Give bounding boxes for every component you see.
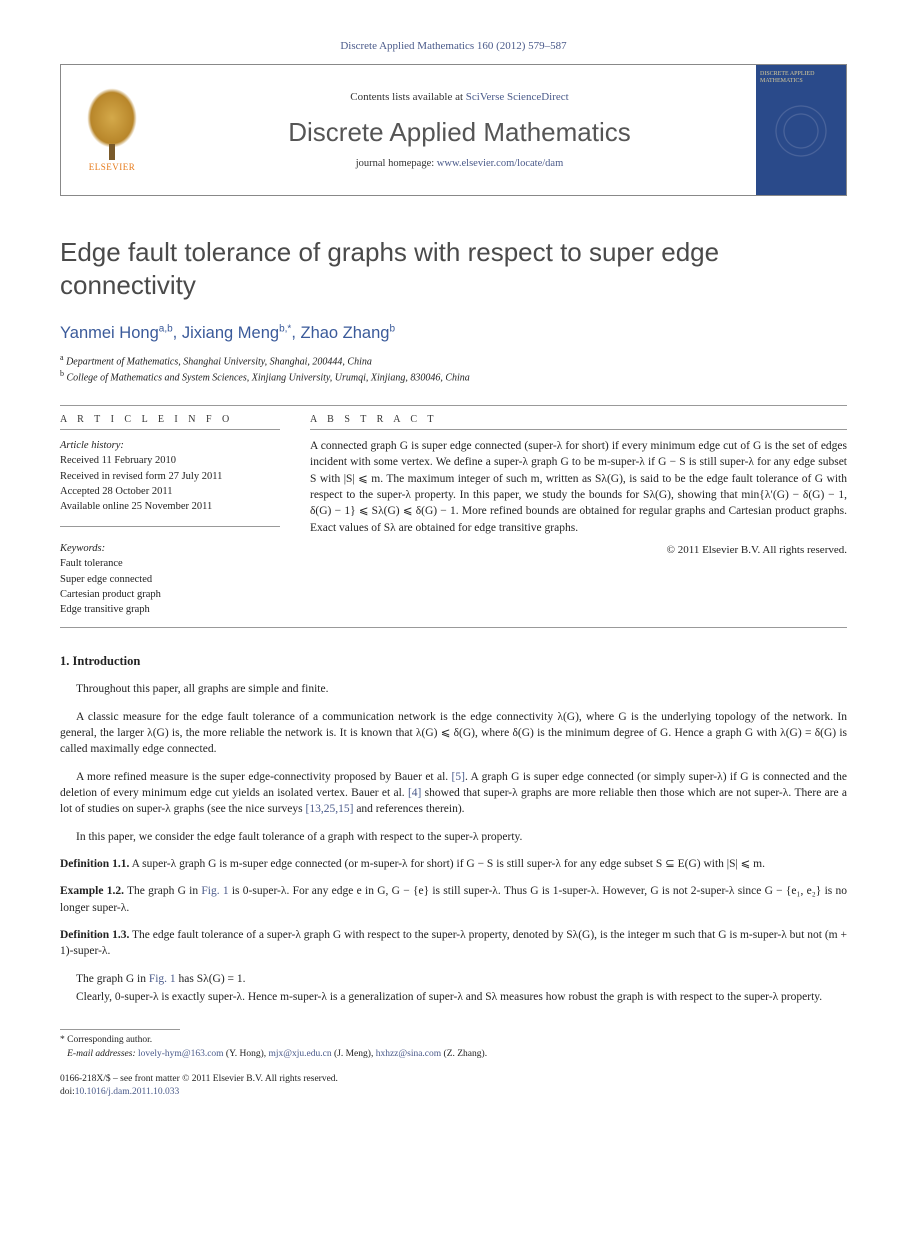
definition: Definition 1.3. The edge fault tolerance… [60, 927, 847, 960]
rule [310, 429, 847, 430]
figure-ref[interactable]: Fig. 1 [149, 973, 176, 985]
article-title: Edge fault tolerance of graphs with resp… [60, 236, 847, 301]
sciencedirect-link[interactable]: SciVerse ScienceDirect [466, 91, 569, 103]
journal-header: ELSEVIER Contents lists available at Sci… [60, 64, 847, 196]
article-info-column: A R T I C L E I N F O Article history: R… [60, 414, 280, 617]
divider [60, 405, 847, 406]
contents-line: Contents lists available at SciVerse Sci… [350, 91, 568, 103]
keyword: Super edge connected [60, 574, 152, 585]
publisher-logo: ELSEVIER [61, 65, 163, 195]
paragraph: Throughout this paper, all graphs are si… [60, 681, 847, 697]
issn-copyright-line: 0166-218X/$ – see front matter © 2011 El… [60, 1073, 847, 1086]
cover-title: DISCRETE APPLIED MATHEMATICS [760, 71, 842, 85]
info-abstract-row: A R T I C L E I N F O Article history: R… [60, 414, 847, 617]
history-line: Accepted 28 October 2011 [60, 486, 172, 497]
doi-line: doi:10.1016/j.dam.2011.10.033 [60, 1086, 847, 1099]
email-link[interactable]: mjx@xju.edu.cn [269, 1049, 332, 1059]
author-list: Yanmei Honga,b, Jixiang Mengb,*, Zhao Zh… [60, 323, 847, 343]
paragraph: In this paper, we consider the edge faul… [60, 829, 847, 845]
homepage-link[interactable]: www.elsevier.com/locate/dam [437, 158, 563, 169]
paragraph: A classic measure for the edge fault tol… [60, 709, 847, 758]
abstract-text: A connected graph G is super edge connec… [310, 438, 847, 536]
history-line: Received in revised form 27 July 2011 [60, 471, 222, 482]
citation-line: Discrete Applied Mathematics 160 (2012) … [60, 40, 847, 52]
corresponding-author-note: * Corresponding author. [60, 1034, 847, 1047]
rule [60, 526, 280, 527]
keywords-label: Keywords: [60, 543, 105, 554]
citation-ref[interactable]: [4] [408, 787, 421, 799]
history-line: Available online 25 November 2011 [60, 501, 212, 512]
rule [60, 429, 280, 430]
example: Example 1.2. The graph G in Fig. 1 is 0-… [60, 883, 847, 916]
history-line: Received 11 February 2010 [60, 455, 176, 466]
elsevier-tree-icon [87, 88, 137, 148]
author: Jixiang Mengb,* [182, 324, 291, 342]
email-line: E-mail addresses: lovely-hym@163.com (Y.… [60, 1048, 847, 1061]
abstract-column: A B S T R A C T A connected graph G is s… [310, 414, 847, 617]
author: Yanmei Honga,b [60, 324, 173, 342]
paragraph: Clearly, 0-super-λ is exactly super-λ. H… [60, 989, 847, 1005]
affiliation: b College of Mathematics and System Scie… [60, 369, 847, 383]
header-center: Contents lists available at SciVerse Sci… [163, 65, 756, 195]
footnote-separator [60, 1029, 180, 1030]
homepage-line: journal homepage: www.elsevier.com/locat… [356, 158, 564, 169]
doi-link[interactable]: 10.1016/j.dam.2011.10.033 [75, 1087, 179, 1097]
divider [60, 627, 847, 628]
citation-ref[interactable]: [5] [452, 771, 465, 783]
definition: Definition 1.1. A super-λ graph G is m-s… [60, 856, 847, 872]
footnotes: * Corresponding author. E-mail addresses… [60, 1034, 847, 1061]
paragraph: The graph G in Fig. 1 has Sλ(G) = 1. [60, 971, 847, 987]
corr-mark: * [60, 1035, 65, 1045]
author: Zhao Zhangb [300, 324, 395, 342]
history-label: Article history: [60, 440, 124, 451]
example-label: Example 1.2. [60, 885, 124, 897]
keyword: Fault tolerance [60, 558, 123, 569]
keyword: Edge transitive graph [60, 604, 150, 615]
definition-label: Definition 1.3. [60, 929, 129, 941]
bottom-matter: 0166-218X/$ – see front matter © 2011 El… [60, 1073, 847, 1100]
paragraph: A more refined measure is the super edge… [60, 769, 847, 818]
article-history: Article history: Received 11 February 20… [60, 438, 280, 514]
journal-cover-thumb: DISCRETE APPLIED MATHEMATICS [756, 65, 846, 195]
keyword: Cartesian product graph [60, 589, 161, 600]
keywords-block: Keywords: Fault tolerance Super edge con… [60, 541, 280, 617]
page: Discrete Applied Mathematics 160 (2012) … [0, 0, 907, 1129]
email-label: E-mail addresses: [67, 1049, 136, 1059]
citation-ref[interactable]: [13,25,15] [306, 803, 354, 815]
contents-prefix: Contents lists available at [350, 91, 465, 103]
publisher-name: ELSEVIER [89, 162, 136, 172]
figure-ref[interactable]: Fig. 1 [201, 885, 228, 897]
email-link[interactable]: hxhzz@sina.com [376, 1049, 441, 1059]
definition-label: Definition 1.1. [60, 858, 129, 870]
affiliation: a Department of Mathematics, Shanghai Un… [60, 353, 847, 367]
section-heading-introduction: 1. Introduction [60, 654, 847, 669]
copyright-line: © 2011 Elsevier B.V. All rights reserved… [310, 544, 847, 556]
cover-art-icon [771, 103, 831, 159]
homepage-prefix: journal homepage: [356, 158, 437, 169]
journal-name: Discrete Applied Mathematics [288, 117, 630, 148]
email-link[interactable]: lovely-hym@163.com [138, 1049, 224, 1059]
abstract-heading: A B S T R A C T [310, 414, 847, 425]
article-info-heading: A R T I C L E I N F O [60, 414, 280, 425]
